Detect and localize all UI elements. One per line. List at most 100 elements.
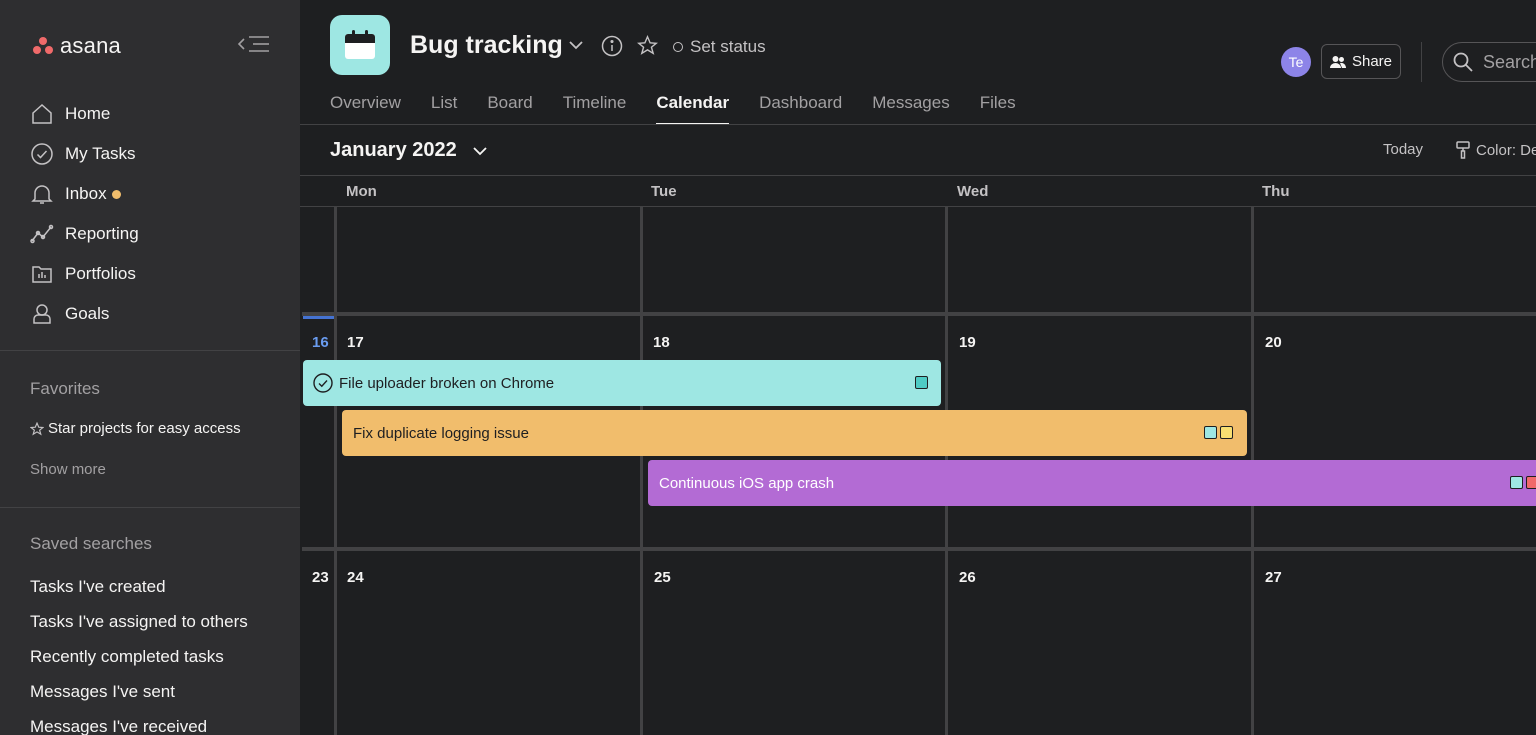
- sidebar-item-label: Goals: [65, 304, 110, 323]
- saved-searches-list: Tasks I've created Tasks I've assigned t…: [30, 575, 248, 735]
- asana-logo-icon: [32, 37, 54, 55]
- project-title[interactable]: Bug tracking: [410, 31, 563, 60]
- header-divider: [1421, 42, 1422, 82]
- project-icon[interactable]: [330, 15, 390, 75]
- day-number[interactable]: 27: [1265, 569, 1282, 586]
- day-number[interactable]: 25: [654, 569, 671, 586]
- saved-search-item[interactable]: Tasks I've created: [30, 575, 248, 610]
- task-bar[interactable]: File uploader broken on Chrome: [303, 360, 941, 406]
- tab-messages[interactable]: Messages: [872, 91, 949, 125]
- month-label: January 2022: [330, 139, 457, 161]
- tab-list[interactable]: List: [431, 91, 457, 125]
- check-circle-icon: [31, 143, 53, 165]
- week-label: 16: [312, 334, 329, 351]
- color-label: Color: De: [1476, 141, 1536, 159]
- sidebar-item-label: Inbox: [65, 184, 107, 203]
- sidebar-item-my-tasks[interactable]: My Tasks: [30, 134, 139, 174]
- status-circle-icon: [673, 42, 683, 52]
- week-label: 23: [312, 569, 329, 586]
- saved-search-item[interactable]: Tasks I've assigned to others: [30, 610, 248, 645]
- sidebar-divider: [0, 507, 300, 508]
- day-number[interactable]: 26: [959, 569, 976, 586]
- task-tag: [1526, 476, 1536, 489]
- info-icon[interactable]: [601, 35, 623, 62]
- chevron-down-icon: [473, 146, 487, 155]
- share-label: Share: [1351, 53, 1393, 70]
- day-number[interactable]: 20: [1265, 334, 1282, 351]
- weekday-divider: [300, 206, 1536, 207]
- sidebar-item-reporting[interactable]: Reporting: [30, 214, 139, 254]
- weekday-header: Wed: [957, 183, 989, 200]
- weekday-header: Tue: [651, 183, 677, 200]
- current-week-indicator: [303, 316, 334, 319]
- task-tag: [1220, 426, 1233, 439]
- sidebar-item-goals[interactable]: Goals: [30, 294, 139, 334]
- saved-searches-title[interactable]: Saved searches: [30, 534, 152, 554]
- paint-roller-icon: [1456, 141, 1470, 159]
- sidebar: asana Home My Tasks Inbox Reporting Port…: [0, 0, 300, 735]
- share-button[interactable]: Share: [1321, 44, 1401, 79]
- show-more-link[interactable]: Show more: [30, 461, 106, 478]
- star-icon: [30, 421, 44, 436]
- task-tag: [1204, 426, 1217, 439]
- tab-overview[interactable]: Overview: [330, 91, 401, 125]
- saved-search-item[interactable]: Recently completed tasks: [30, 645, 248, 680]
- completed-check-icon[interactable]: [313, 373, 333, 393]
- week-row-line: [302, 547, 1536, 551]
- search-placeholder: Search: [1483, 51, 1536, 72]
- sidebar-item-label: Portfolios: [65, 264, 136, 283]
- portfolios-icon: [32, 266, 52, 283]
- asana-logo[interactable]: asana: [32, 33, 121, 59]
- toolbar-divider: [300, 175, 1536, 176]
- home-icon: [32, 103, 52, 124]
- task-bar[interactable]: Continuous iOS app crash: [648, 460, 1536, 506]
- bell-icon: [31, 185, 53, 204]
- task-name: File uploader broken on Chrome: [339, 374, 555, 392]
- favorites-title[interactable]: Favorites: [30, 379, 100, 399]
- tab-calendar[interactable]: Calendar: [656, 91, 729, 125]
- tab-timeline[interactable]: Timeline: [563, 91, 627, 125]
- today-button[interactable]: Today: [1383, 141, 1423, 158]
- sidebar-item-label: Reporting: [65, 224, 139, 243]
- week-column-line: [334, 207, 337, 735]
- task-name: Fix duplicate logging issue: [353, 424, 529, 442]
- avatar[interactable]: Te: [1281, 47, 1311, 77]
- logo-text: asana: [60, 33, 121, 58]
- week-row-line: [302, 312, 1536, 316]
- color-button[interactable]: Color: De: [1456, 141, 1536, 159]
- tab-dashboard[interactable]: Dashboard: [759, 91, 842, 125]
- sidebar-item-portfolios[interactable]: Portfolios: [30, 254, 139, 294]
- sidebar-item-home[interactable]: Home: [30, 94, 139, 134]
- day-number[interactable]: 24: [347, 569, 364, 586]
- sidebar-divider: [0, 350, 300, 351]
- project-menu-chevron-icon[interactable]: [567, 36, 585, 59]
- tabs-divider: [300, 124, 1536, 125]
- weekday-header: Mon: [346, 183, 377, 200]
- unread-dot: [111, 189, 121, 199]
- sidebar-item-label: My Tasks: [65, 144, 136, 163]
- weekday-header: Thu: [1262, 183, 1290, 200]
- sidebar-nav: Home My Tasks Inbox Reporting Portfolios…: [30, 94, 139, 334]
- set-status-label: Set status: [690, 37, 766, 56]
- star-icon[interactable]: [636, 34, 659, 61]
- saved-search-item[interactable]: Messages I've sent: [30, 680, 248, 715]
- sidebar-item-label: Home: [65, 104, 111, 123]
- collapse-sidebar-icon[interactable]: [237, 33, 271, 55]
- tab-files[interactable]: Files: [980, 91, 1016, 125]
- task-tag: [1510, 476, 1523, 489]
- set-status-button[interactable]: Set status: [673, 37, 766, 57]
- sidebar-item-inbox[interactable]: Inbox: [30, 174, 139, 214]
- search-icon: [1453, 52, 1473, 72]
- month-picker[interactable]: January 2022: [330, 139, 489, 162]
- search-input[interactable]: Search: [1442, 42, 1536, 82]
- tab-board[interactable]: Board: [487, 91, 532, 125]
- day-number[interactable]: 18: [653, 334, 670, 351]
- day-number[interactable]: 19: [959, 334, 976, 351]
- task-name: Continuous iOS app crash: [659, 474, 835, 492]
- day-number[interactable]: 17: [347, 334, 364, 351]
- day-column-line: [640, 207, 643, 735]
- reporting-icon: [30, 224, 54, 244]
- saved-search-item[interactable]: Messages I've received: [30, 715, 248, 735]
- people-icon: [1329, 55, 1346, 68]
- task-bar[interactable]: Fix duplicate logging issue: [342, 410, 1247, 456]
